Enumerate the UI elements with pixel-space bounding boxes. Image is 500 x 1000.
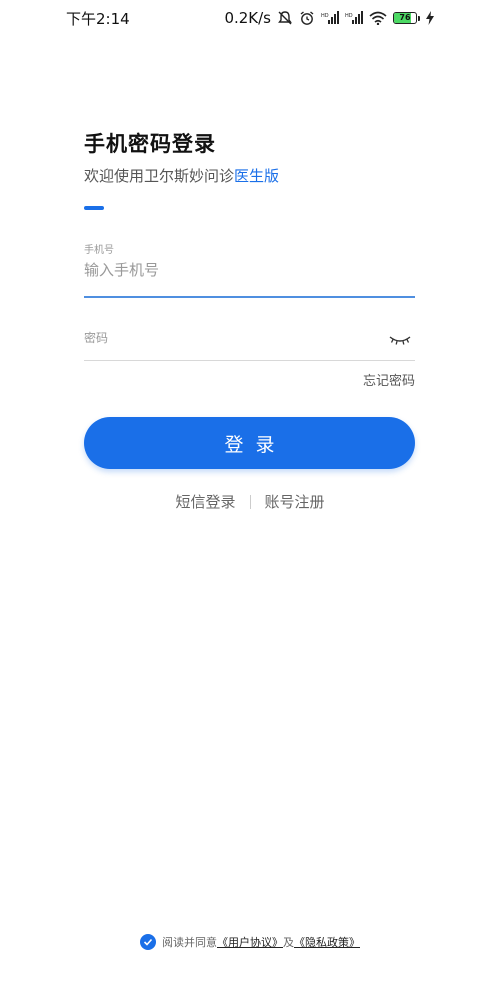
alarm-icon — [299, 10, 315, 26]
link-divider — [249, 494, 251, 509]
password-field: 密码 — [84, 320, 415, 361]
status-bar: 下午2:14 0.2K/s HD HD 76 — [0, 0, 500, 36]
mute-icon — [277, 10, 293, 26]
phone-field: 手机号 — [84, 241, 415, 298]
title-underline-decoration — [84, 206, 104, 210]
agreement-checkbox-check-icon[interactable] — [140, 934, 156, 950]
wifi-icon — [369, 11, 387, 25]
signal-hd-icon-2: HD — [345, 11, 363, 25]
network-speed: 0.2K/s — [224, 9, 271, 27]
charging-icon — [426, 11, 434, 25]
battery-level: 76 — [399, 13, 411, 22]
svg-text:HD: HD — [321, 13, 329, 19]
user-agreement-link[interactable]: 《用户协议》 — [217, 934, 283, 950]
login-button[interactable]: 登录 — [84, 417, 415, 469]
password-input[interactable]: 密码 — [84, 329, 108, 346]
subtitle-text: 欢迎使用卫尔斯妙问诊 — [84, 167, 235, 185]
page-subtitle: 欢迎使用卫尔斯妙问诊医生版 — [84, 165, 279, 186]
svg-text:HD: HD — [345, 13, 353, 19]
forgot-password-link[interactable]: 忘记密码 — [363, 370, 415, 389]
eye-closed-icon[interactable] — [389, 332, 411, 346]
login-screen: 下午2:14 0.2K/s HD HD 76 手机密码登录 欢迎使用卫尔斯妙问诊… — [0, 0, 500, 1000]
subtitle-accent: 医生版 — [234, 167, 280, 185]
alt-login-links: 短信登录 账号注册 — [0, 491, 500, 512]
battery-icon: 76 — [393, 12, 420, 24]
signal-hd-icon: HD — [321, 11, 339, 25]
privacy-policy-link[interactable]: 《隐私政策》 — [294, 934, 360, 950]
register-link[interactable]: 账号注册 — [265, 491, 325, 512]
sms-login-link[interactable]: 短信登录 — [175, 491, 235, 512]
phone-label: 手机号 — [84, 245, 114, 256]
agreement-prefix: 阅读并同意 — [162, 936, 217, 949]
agreement-row: 阅读并同意 《用户协议》 及 《隐私政策》 — [0, 934, 500, 950]
page-title: 手机密码登录 — [84, 132, 216, 156]
agreement-and: 及 — [283, 936, 294, 949]
status-time: 下午2:14 — [66, 9, 130, 28]
phone-input[interactable] — [84, 261, 415, 279]
status-icons: 0.2K/s HD HD 76 — [224, 9, 434, 27]
